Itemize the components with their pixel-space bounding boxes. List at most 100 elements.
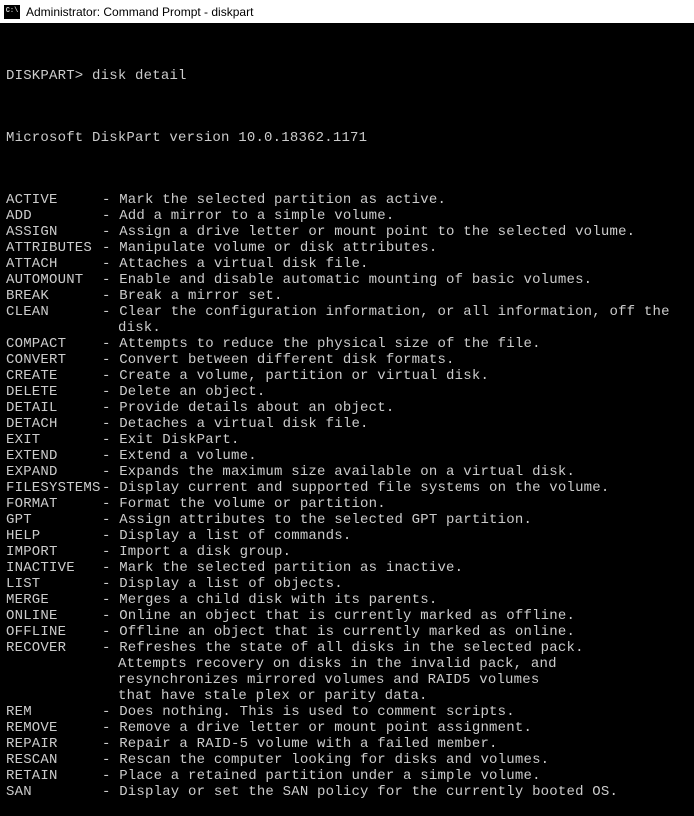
command-dash: - xyxy=(102,752,119,768)
command-dash: - xyxy=(102,384,119,400)
command-row: GPT- Assign attributes to the selected G… xyxy=(6,512,688,528)
command-desc: Detaches a virtual disk file. xyxy=(119,416,688,432)
command-row: LIST- Display a list of objects. xyxy=(6,576,688,592)
command-name: FORMAT xyxy=(6,496,102,512)
command-row: COMPACT- Attempts to reduce the physical… xyxy=(6,336,688,352)
command-row: DETAIL- Provide details about an object. xyxy=(6,400,688,416)
command-dash: - xyxy=(102,640,119,656)
command-desc: Refreshes the state of all disks in the … xyxy=(119,640,688,656)
command-desc: Offline an object that is currently mark… xyxy=(119,624,688,640)
command-row: EXPAND- Expands the maximum size availab… xyxy=(6,464,688,480)
command-row: CONVERT- Convert between different disk … xyxy=(6,352,688,368)
command-input: disk detail xyxy=(92,68,187,84)
terminal-output[interactable]: DISKPART> disk detail Microsoft DiskPart… xyxy=(0,24,694,816)
command-desc: Add a mirror to a simple volume. xyxy=(119,208,688,224)
command-desc: Delete an object. xyxy=(119,384,688,400)
command-desc: Extend a volume. xyxy=(119,448,688,464)
command-dash: - xyxy=(102,576,119,592)
cmd-icon-text: C:\ xyxy=(6,8,19,15)
command-name: DETACH xyxy=(6,416,102,432)
command-dash: - xyxy=(102,736,119,752)
command-list: ACTIVE- Mark the selected partition as a… xyxy=(6,192,688,800)
command-row: ATTACH- Attaches a virtual disk file. xyxy=(6,256,688,272)
command-name: ONLINE xyxy=(6,608,102,624)
command-dash: - xyxy=(102,272,119,288)
command-desc: Enable and disable automatic mounting of… xyxy=(119,272,688,288)
command-row: ADD- Add a mirror to a simple volume. xyxy=(6,208,688,224)
command-desc: Break a mirror set. xyxy=(119,288,688,304)
command-row: ASSIGN- Assign a drive letter or mount p… xyxy=(6,224,688,240)
command-name: ACTIVE xyxy=(6,192,102,208)
command-dash: - xyxy=(102,592,119,608)
command-dash: - xyxy=(102,240,119,256)
window-title: Administrator: Command Prompt - diskpart xyxy=(26,5,253,19)
command-name: COMPACT xyxy=(6,336,102,352)
command-row: ATTRIBUTES- Manipulate volume or disk at… xyxy=(6,240,688,256)
command-dash: - xyxy=(102,416,119,432)
command-dash: - xyxy=(102,480,119,496)
command-dash: - xyxy=(102,336,119,352)
command-desc: Attempts to reduce the physical size of … xyxy=(119,336,688,352)
command-dash: - xyxy=(102,288,119,304)
command-desc: Manipulate volume or disk attributes. xyxy=(119,240,688,256)
command-row: EXIT- Exit DiskPart. xyxy=(6,432,688,448)
command-row: HELP- Display a list of commands. xyxy=(6,528,688,544)
command-row: REMOVE- Remove a drive letter or mount p… xyxy=(6,720,688,736)
command-name: EXTEND xyxy=(6,448,102,464)
command-row: REPAIR- Repair a RAID-5 volume with a fa… xyxy=(6,736,688,752)
command-dash: - xyxy=(102,352,119,368)
command-dash: - xyxy=(102,224,119,240)
command-desc: Online an object that is currently marke… xyxy=(119,608,688,624)
command-dash: - xyxy=(102,192,119,208)
command-dash: - xyxy=(102,368,119,384)
command-name: IMPORT xyxy=(6,544,102,560)
command-name: SAN xyxy=(6,784,102,800)
command-dash: - xyxy=(102,304,119,320)
command-name: REMOVE xyxy=(6,720,102,736)
command-name: HELP xyxy=(6,528,102,544)
command-desc: Convert between different disk formats. xyxy=(119,352,688,368)
command-row: ACTIVE- Mark the selected partition as a… xyxy=(6,192,688,208)
command-name: INACTIVE xyxy=(6,560,102,576)
command-dash: - xyxy=(102,256,119,272)
command-name: LIST xyxy=(6,576,102,592)
command-desc: Mark the selected partition as inactive. xyxy=(119,560,688,576)
command-row: BREAK- Break a mirror set. xyxy=(6,288,688,304)
command-desc-cont: resynchronizes mirrored volumes and RAID… xyxy=(6,672,688,688)
command-dash: - xyxy=(102,400,119,416)
command-desc-cont: disk. xyxy=(6,320,688,336)
command-dash: - xyxy=(102,448,119,464)
window-titlebar[interactable]: C:\ Administrator: Command Prompt - disk… xyxy=(0,0,694,24)
command-name: DETAIL xyxy=(6,400,102,416)
command-dash: - xyxy=(102,624,119,640)
command-row: FILESYSTEMS- Display current and support… xyxy=(6,480,688,496)
command-desc: Assign attributes to the selected GPT pa… xyxy=(119,512,688,528)
command-name: BREAK xyxy=(6,288,102,304)
command-row: MERGE- Merges a child disk with its pare… xyxy=(6,592,688,608)
command-row: IMPORT- Import a disk group. xyxy=(6,544,688,560)
command-row: OFFLINE- Offline an object that is curre… xyxy=(6,624,688,640)
command-name: RETAIN xyxy=(6,768,102,784)
command-row: FORMAT- Format the volume or partition. xyxy=(6,496,688,512)
command-name: CLEAN xyxy=(6,304,102,320)
command-name: CREATE xyxy=(6,368,102,384)
command-desc: Assign a drive letter or mount point to … xyxy=(119,224,688,240)
version-line: Microsoft DiskPart version 10.0.18362.11… xyxy=(6,130,688,146)
command-row: ONLINE- Online an object that is current… xyxy=(6,608,688,624)
command-name: REPAIR xyxy=(6,736,102,752)
command-desc: Attaches a virtual disk file. xyxy=(119,256,688,272)
command-name: ATTRIBUTES xyxy=(6,240,102,256)
command-row: AUTOMOUNT- Enable and disable automatic … xyxy=(6,272,688,288)
command-row: SAN- Display or set the SAN policy for t… xyxy=(6,784,688,800)
command-name: GPT xyxy=(6,512,102,528)
command-desc: Repair a RAID-5 volume with a failed mem… xyxy=(119,736,688,752)
command-dash: - xyxy=(102,464,119,480)
command-name: DELETE xyxy=(6,384,102,400)
command-desc: Clear the configuration information, or … xyxy=(119,304,688,320)
command-desc: Provide details about an object. xyxy=(119,400,688,416)
command-desc-cont: Attempts recovery on disks in the invali… xyxy=(6,656,688,672)
command-name: MERGE xyxy=(6,592,102,608)
command-desc-cont: that have stale plex or parity data. xyxy=(6,688,688,704)
command-dash: - xyxy=(102,432,119,448)
command-row: CLEAN- Clear the configuration informati… xyxy=(6,304,688,320)
